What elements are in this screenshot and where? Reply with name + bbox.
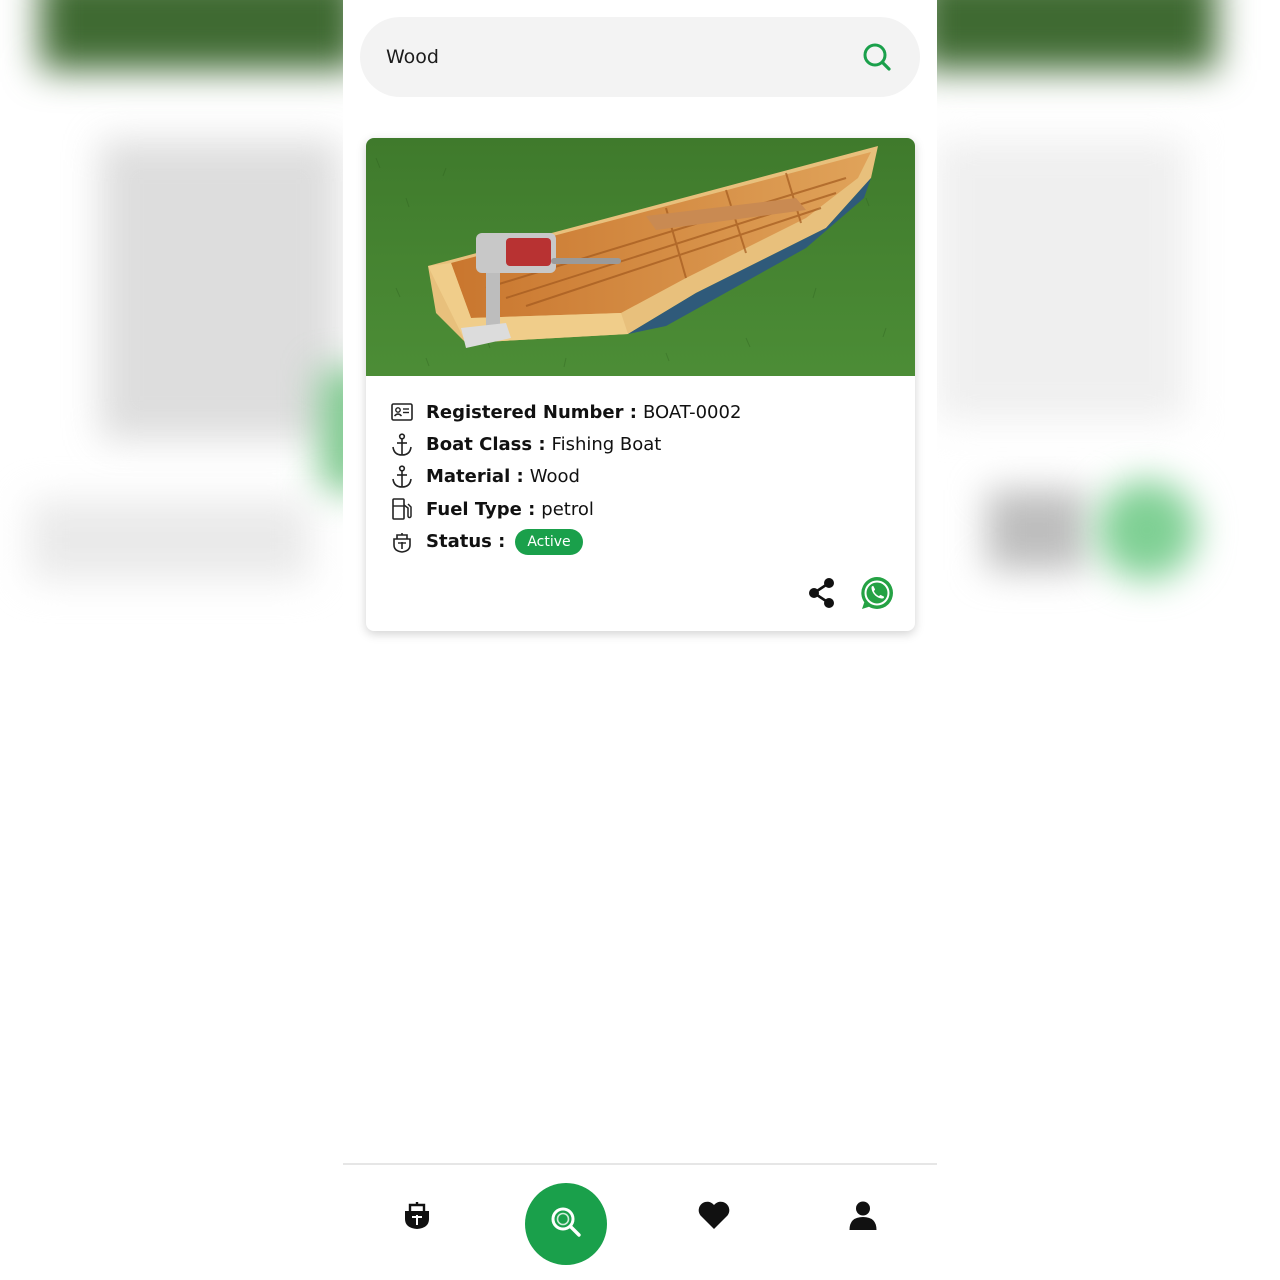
status-row: Status : Active [390, 526, 895, 558]
registered-number-label: Registered Number : [426, 401, 637, 423]
boat-image [366, 138, 915, 376]
heart-icon [697, 1200, 731, 1234]
material-row: Material : Wood [390, 461, 895, 493]
share-icon[interactable] [807, 577, 837, 609]
card-actions [807, 575, 895, 611]
nav-profile[interactable] [833, 1187, 893, 1247]
boat-class-row: Boat Class : Fishing Boat [390, 428, 895, 460]
whatsapp-icon[interactable] [859, 575, 895, 611]
anchor-icon [390, 465, 414, 489]
fuel-type-row: Fuel Type : petrol [390, 493, 895, 525]
status-label: Status : [426, 531, 506, 553]
boat-class-value: Fishing Boat [551, 434, 662, 456]
boat-card[interactable]: Registered Number : BOAT-0002 Boat Class… [366, 138, 915, 631]
status-badge: Active [515, 528, 583, 555]
material-label: Material : [426, 466, 524, 488]
nav-search[interactable] [525, 1183, 607, 1265]
nav-boats[interactable] [387, 1187, 447, 1247]
app-screen: Wood Registered Number: BOAT-0002 Boat … [343, 0, 937, 1280]
registered-number-row: Registered Number : BOAT-0002 [390, 396, 895, 428]
backdrop-left [0, 0, 343, 1280]
material-value: Wood [529, 466, 580, 488]
backdrop-right [937, 0, 1280, 1280]
boat-icon [401, 1199, 433, 1235]
registered-number-value: BOAT-0002 [642, 401, 742, 423]
bottom-nav [343, 1163, 937, 1280]
fuel-type-label: Fuel Type : [426, 498, 536, 520]
search-bar[interactable]: Wood [360, 17, 920, 97]
search-icon[interactable] [860, 40, 894, 74]
fuel-type-value: petrol [541, 498, 594, 520]
user-icon [848, 1200, 878, 1234]
id-card-icon [390, 400, 414, 424]
fuel-pump-icon [390, 497, 414, 521]
nav-favorites[interactable] [684, 1187, 744, 1247]
search-input[interactable]: Wood [386, 46, 860, 68]
boat-details: Registered Number : BOAT-0002 Boat Class… [390, 396, 895, 558]
boat-icon [390, 530, 414, 554]
search-icon [549, 1205, 583, 1243]
anchor-icon [390, 432, 414, 457]
boat-class-label: Boat Class : [426, 434, 546, 456]
